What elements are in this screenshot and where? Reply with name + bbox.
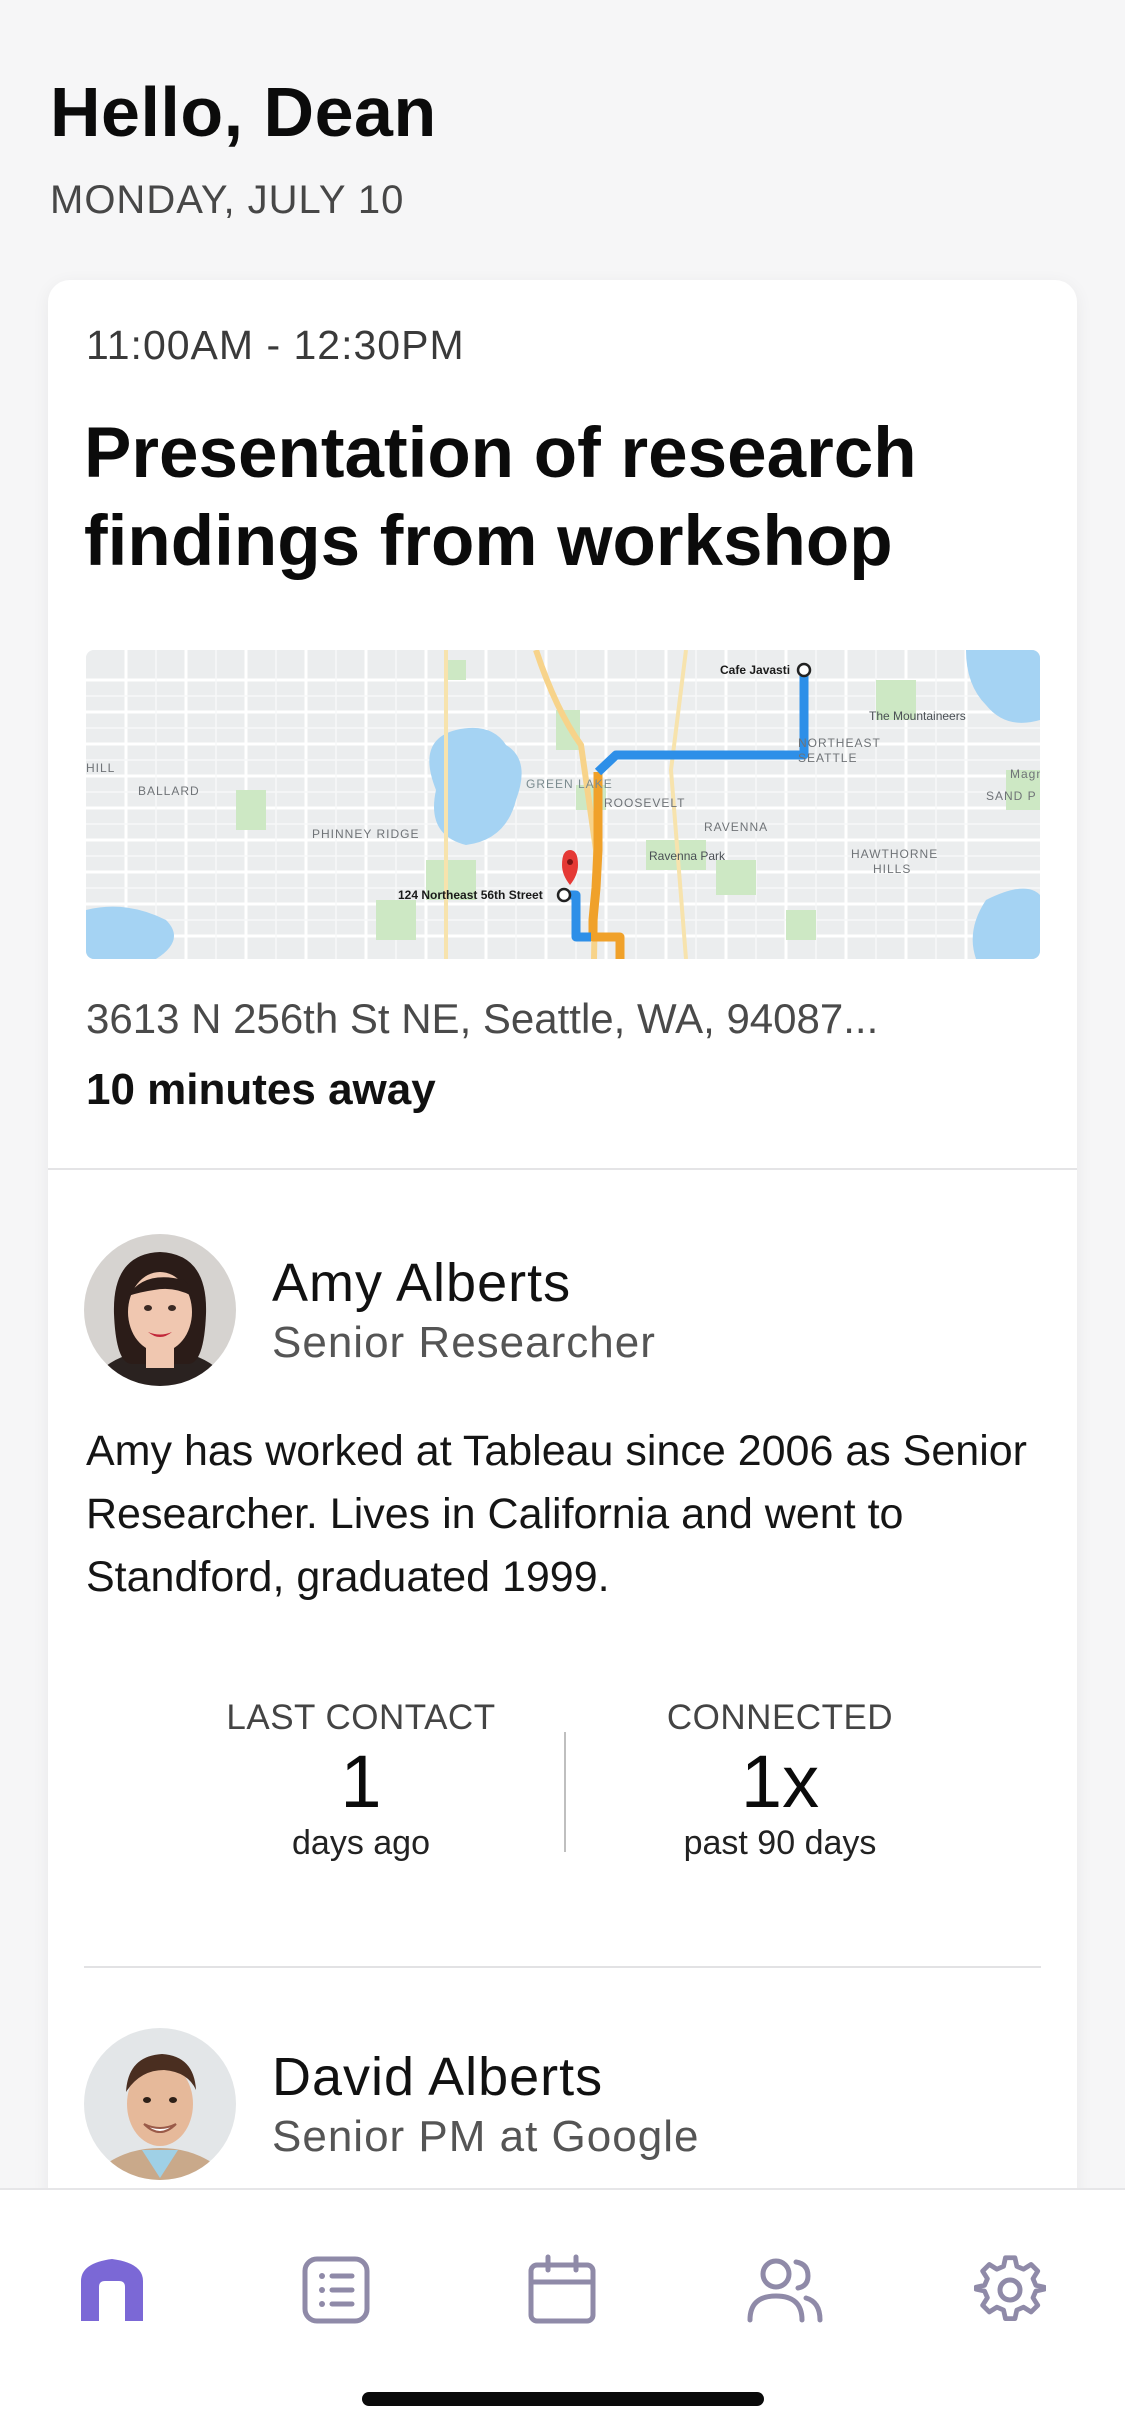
home-indicator[interactable] [362,2392,764,2406]
event-title: Presentation of research findings from w… [84,414,917,581]
screen: Hello, Dean MONDAY, JULY 10 11:00AM - 12… [0,0,1125,2436]
svg-text:BALLARD: BALLARD [138,784,200,798]
tab-list[interactable] [296,2250,376,2330]
stat-last-contact: LAST CONTACT 1 days ago [181,1698,541,1863]
travel-time: 10 minutes away [86,1065,436,1114]
svg-text:HILL: HILL [86,761,115,775]
date-label: MONDAY, JULY 10 [50,178,405,222]
event-card[interactable]: 11:00AM - 12:30PM Presentation of resear… [48,280,1077,2436]
people-icon [747,2258,823,2323]
contact-name[interactable]: David Alberts [272,2046,603,2108]
svg-text:PHINNEY RIDGE: PHINNEY RIDGE [312,827,419,841]
contact-divider [84,1966,1041,1968]
greeting-title: Hello, Dean [50,73,437,151]
stat-connected: CONNECTED 1x past 90 days [600,1698,960,1863]
stat-divider [564,1732,566,1852]
svg-text:HILLS: HILLS [873,862,911,876]
contact-bio: Amy has worked at Tableau since 2006 as … [86,1427,1027,1601]
contact-name[interactable]: Amy Alberts [272,1252,571,1314]
event-address[interactable]: 3613 N 256th St NE, Seattle, WA, 94087..… [86,995,1046,1043]
svg-text:SAND P: SAND P [986,789,1037,803]
svg-text:Magn: Magn [1010,767,1040,781]
calendar-icon [528,2254,596,2324]
tab-home[interactable] [72,2250,152,2330]
tab-calendar[interactable] [522,2250,602,2330]
tab-people[interactable] [744,2250,824,2330]
svg-text:124 Northeast 56th Street: 124 Northeast 56th Street [398,888,543,902]
contact-role: Senior PM at Google [272,2112,700,2161]
stat-sub: past 90 days [683,1824,877,1862]
svg-text:SEATTLE: SEATTLE [798,751,857,765]
home-icon [81,2259,143,2321]
svg-text:GREEN LAKE: GREEN LAKE [526,777,613,791]
stat-value: 1x [740,1740,820,1823]
svg-text:RAVENNA: RAVENNA [704,820,768,834]
stat-label: LAST CONTACT [226,1698,496,1737]
svg-text:ROOSEVELT: ROOSEVELT [604,796,685,810]
gear-icon [974,2255,1046,2321]
route-map[interactable]: BALLARD PHINNEY RIDGE GREEN LAKE ROOSEVE… [86,650,1040,959]
contact-role: Senior Researcher [272,1318,656,1367]
event-time: 11:00AM - 12:30PM [86,322,465,368]
stat-sub: days ago [292,1824,430,1862]
svg-text:The Mountaineers: The Mountaineers [869,709,966,723]
stat-value: 1 [340,1740,382,1823]
svg-text:HAWTHORNE: HAWTHORNE [851,847,938,861]
stat-label: CONNECTED [666,1698,894,1737]
svg-text:Ravenna Park: Ravenna Park [649,849,726,863]
avatar[interactable] [84,2028,236,2180]
svg-text:Cafe Javasti: Cafe Javasti [720,663,790,677]
avatar[interactable] [84,1234,236,1386]
svg-text:NORTHEAST: NORTHEAST [798,736,881,750]
tab-settings[interactable] [970,2250,1050,2330]
section-divider [48,1168,1077,1170]
list-icon [302,2256,370,2324]
